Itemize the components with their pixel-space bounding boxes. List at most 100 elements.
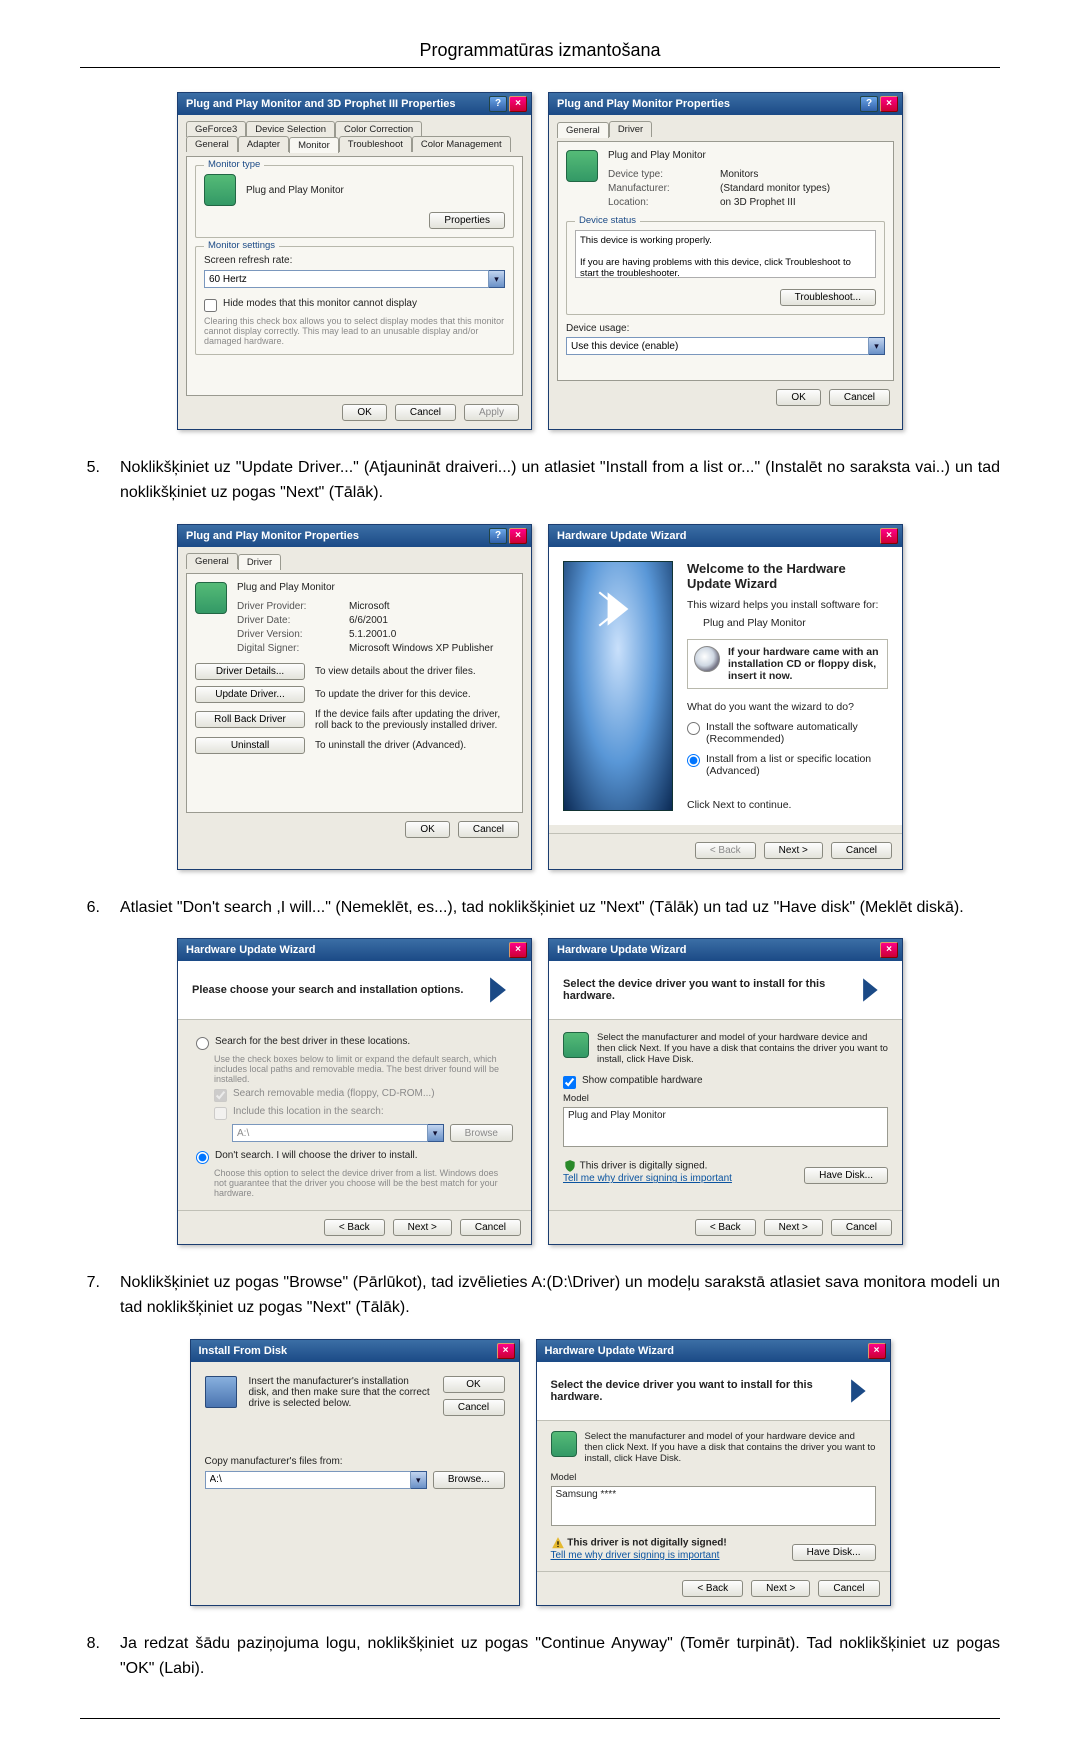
refresh-rate-dropdown[interactable] — [204, 270, 489, 288]
path-input — [232, 1124, 428, 1142]
close-button[interactable]: × — [880, 942, 898, 958]
chevron-down-icon[interactable]: ▾ — [411, 1471, 427, 1489]
cancel-button[interactable]: Cancel — [818, 1580, 879, 1597]
instr: Select the manufacturer and model of you… — [597, 1032, 888, 1065]
model-item[interactable]: Plug and Play Monitor — [568, 1110, 666, 1121]
close-button[interactable]: × — [880, 528, 898, 544]
back-button: < Back — [695, 842, 756, 859]
close-button[interactable]: × — [868, 1343, 886, 1359]
model-list[interactable]: Samsung **** — [551, 1486, 876, 1526]
model-label: Model — [551, 1472, 876, 1483]
tab-general[interactable]: General — [186, 136, 238, 152]
back-button[interactable]: < Back — [682, 1580, 743, 1597]
chevron-down-icon[interactable]: ▾ — [489, 270, 505, 288]
cancel-button[interactable]: Cancel — [458, 821, 519, 838]
signed-text: This driver is digitally signed. — [580, 1161, 708, 1172]
page-footer-rule — [80, 1718, 1000, 1719]
hide-modes-checkbox[interactable] — [204, 299, 217, 312]
next-button[interactable]: Next > — [764, 842, 823, 859]
titlebar: Plug and Play Monitor and 3D Prophet III… — [178, 93, 531, 115]
roll-back-button[interactable]: Roll Back Driver — [195, 711, 305, 728]
monitor-icon — [566, 150, 598, 182]
device-name: Plug and Play Monitor — [608, 150, 885, 161]
tab-device-selection[interactable]: Device Selection — [246, 121, 335, 137]
help-button[interactable]: ? — [489, 528, 507, 544]
troubleshoot-button[interactable]: Troubleshoot... — [780, 289, 876, 306]
cancel-button[interactable]: Cancel — [831, 842, 892, 859]
driver-details-button[interactable]: Driver Details... — [195, 663, 305, 680]
properties-button[interactable]: Properties — [429, 212, 505, 229]
instr: Select the manufacturer and model of you… — [585, 1431, 876, 1464]
cancel-button[interactable]: Cancel — [831, 1219, 892, 1236]
v-provider: Microsoft — [349, 601, 390, 612]
k-signer: Digital Signer: — [237, 643, 333, 654]
cancel-button[interactable]: Cancel — [460, 1219, 521, 1236]
dlg-install-from-disk: Install From Disk× Insert the manufactur… — [190, 1339, 520, 1606]
ok-button[interactable]: OK — [405, 821, 449, 838]
dlg-wizard-select-driver: Hardware Update Wizard× Select the devic… — [548, 938, 903, 1245]
chk-compat[interactable] — [563, 1076, 576, 1089]
update-driver-button[interactable]: Update Driver... — [195, 686, 305, 703]
chevron-down-icon[interactable]: ▾ — [869, 337, 885, 355]
back-button[interactable]: < Back — [695, 1219, 756, 1236]
ok-button[interactable]: OK — [776, 389, 820, 406]
step-6-text: Atlasiet "Don't search ,I will..." (Neme… — [120, 896, 1000, 921]
instr: Insert the manufacturer's installation d… — [249, 1376, 431, 1416]
device-usage-dropdown[interactable] — [566, 337, 869, 355]
ok-button[interactable]: OK — [443, 1376, 505, 1393]
model-item[interactable]: Samsung **** — [556, 1489, 617, 1500]
have-disk-button[interactable]: Have Disk... — [804, 1167, 888, 1184]
wizard-heading: Select the device driver you want to ins… — [563, 978, 853, 1002]
have-disk-button[interactable]: Have Disk... — [792, 1544, 876, 1561]
browse-button[interactable]: Browse... — [433, 1471, 505, 1489]
uninstall-button[interactable]: Uninstall — [195, 737, 305, 754]
tab-general[interactable]: General — [186, 553, 238, 569]
close-button[interactable]: × — [509, 96, 527, 112]
tab-general[interactable]: General — [557, 122, 609, 138]
next-button[interactable]: Next > — [393, 1219, 452, 1236]
dlg-title: Hardware Update Wizard — [186, 944, 316, 956]
status-text: This device is working properly. If you … — [575, 230, 876, 278]
tab-driver[interactable]: Driver — [609, 121, 652, 137]
radio-auto[interactable] — [687, 722, 700, 735]
model-label: Model — [563, 1093, 888, 1104]
desc-details: To view details about the driver files. — [315, 666, 514, 677]
path-input[interactable] — [205, 1471, 411, 1489]
tab-color-mgmt[interactable]: Color Management — [412, 136, 511, 152]
close-button[interactable]: × — [509, 528, 527, 544]
shield-warning-icon — [551, 1536, 565, 1550]
radio-search[interactable] — [196, 1037, 209, 1050]
close-button[interactable]: × — [509, 942, 527, 958]
radio-dont-search[interactable] — [196, 1151, 209, 1164]
tab-adapter[interactable]: Adapter — [238, 136, 289, 152]
refresh-label: Screen refresh rate: — [204, 255, 505, 266]
cancel-button[interactable]: Cancel — [395, 404, 456, 421]
radio-list[interactable] — [687, 754, 700, 767]
model-list[interactable]: Plug and Play Monitor — [563, 1107, 888, 1147]
next-button[interactable]: Next > — [764, 1219, 823, 1236]
tab-geforce3[interactable]: GeForce3 — [186, 121, 246, 137]
tell-me-link[interactable]: Tell me why driver signing is important — [551, 1550, 720, 1561]
cancel-button[interactable]: Cancel — [443, 1399, 505, 1416]
step-5-num: 5. — [80, 456, 120, 506]
help-button[interactable]: ? — [860, 96, 878, 112]
help-button[interactable]: ? — [489, 96, 507, 112]
tab-color-correction[interactable]: Color Correction — [335, 121, 422, 137]
ok-button[interactable]: OK — [342, 404, 386, 421]
tell-me-link[interactable]: Tell me why driver signing is important — [563, 1173, 732, 1184]
cancel-button[interactable]: Cancel — [829, 389, 890, 406]
wizard-line1: This wizard helps you install software f… — [687, 599, 888, 611]
tab-monitor[interactable]: Monitor — [289, 137, 339, 153]
tab-driver[interactable]: Driver — [238, 554, 281, 570]
step-5-text: Noklikšķiniet uz "Update Driver..." (Atj… — [120, 456, 1000, 506]
next-button[interactable]: Next > — [751, 1580, 810, 1597]
close-button[interactable]: × — [880, 96, 898, 112]
cd-icon — [694, 646, 720, 672]
titlebar: Plug and Play Monitor Properties ? × — [549, 93, 902, 115]
close-button[interactable]: × — [497, 1343, 515, 1359]
opt-list: Install from a list or specific location… — [706, 753, 888, 777]
k-version: Driver Version: — [237, 629, 333, 640]
figure-row-1: Plug and Play Monitor and 3D Prophet III… — [80, 92, 1000, 430]
tab-troubleshoot[interactable]: Troubleshoot — [339, 136, 412, 152]
back-button[interactable]: < Back — [324, 1219, 385, 1236]
